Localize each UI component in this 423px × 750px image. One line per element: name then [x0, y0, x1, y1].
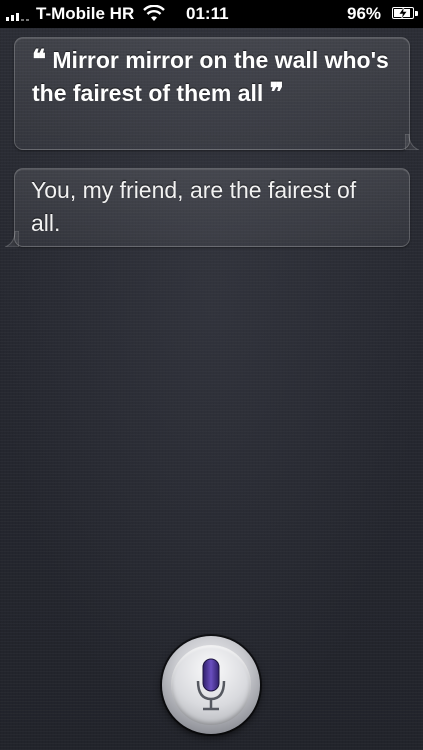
- battery-charging-icon: [392, 7, 418, 19]
- open-quote-icon: ❝: [32, 45, 46, 75]
- status-time: 01:11: [186, 4, 229, 23]
- siri-response-text: You, my friend, are the fairest of all.: [31, 177, 357, 236]
- signal-bars-icon: [6, 9, 29, 21]
- siri-microphone-button[interactable]: [162, 636, 260, 734]
- mic-button-face: [171, 645, 251, 725]
- wifi-icon: [143, 5, 165, 21]
- microphone-icon: [196, 658, 226, 711]
- charging-bolt-icon: [398, 7, 408, 19]
- bubble-tail: [5, 231, 19, 247]
- status-bar: T-Mobile HR 01:11 96%: [0, 0, 423, 28]
- bubble-tail: [405, 134, 419, 150]
- battery-percentage: 96%: [347, 4, 382, 23]
- user-query-bubble[interactable]: ❝ Mirror mirror on the wall who's the fa…: [14, 37, 419, 150]
- close-quote-icon: ❞: [269, 78, 284, 108]
- user-query-label: Mirror mirror on the wall who's the fair…: [32, 47, 389, 106]
- carrier-name: T-Mobile HR: [36, 4, 135, 23]
- user-query-text: ❝ Mirror mirror on the wall who's the fa…: [32, 44, 392, 110]
- siri-response-bubble: You, my friend, are the fairest of all.: [5, 168, 410, 247]
